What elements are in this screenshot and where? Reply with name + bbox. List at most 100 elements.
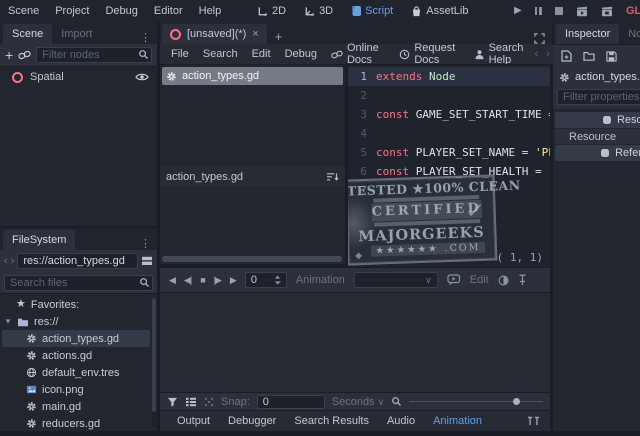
code-editor[interactable]: 1extends Node 2 3const GAME_SET_START_TI… bbox=[348, 64, 550, 267]
history-back-icon[interactable]: ‹ bbox=[535, 48, 539, 60]
dock-menu-icon[interactable]: ⋮ bbox=[134, 31, 157, 44]
menu-scene[interactable]: Scene bbox=[0, 0, 47, 22]
fs-item-reducers[interactable]: reducers.gd bbox=[0, 415, 150, 431]
menu-help[interactable]: Help bbox=[191, 0, 230, 22]
fs-item-action-types[interactable]: action_types.gd bbox=[2, 330, 150, 347]
dock-menu-icon[interactable]: ⋮ bbox=[134, 237, 157, 250]
script-menu-search[interactable]: Search bbox=[196, 48, 245, 60]
play-scene-button[interactable] bbox=[576, 6, 588, 17]
add-node-button[interactable]: + bbox=[5, 48, 13, 62]
instance-scene-icon[interactable] bbox=[17, 49, 32, 61]
online-docs-button[interactable]: Online Docs bbox=[324, 42, 392, 66]
snap-grid-icon bbox=[204, 397, 214, 407]
history-forward-icon[interactable]: › bbox=[546, 48, 550, 60]
category-resource[interactable]: Resource bbox=[555, 112, 640, 128]
fs-item-default-env[interactable]: default_env.tres bbox=[0, 364, 150, 381]
pause-button[interactable] bbox=[535, 7, 542, 15]
new-resource-icon[interactable] bbox=[561, 50, 572, 62]
sort-members-icon[interactable] bbox=[326, 172, 339, 182]
fs-item-res[interactable]: ▾ res:// bbox=[0, 313, 150, 330]
script-menu-debug[interactable]: Debug bbox=[278, 48, 324, 60]
visibility-eye-icon[interactable] bbox=[135, 72, 149, 82]
script-list-item-action-types[interactable]: action_types.gd bbox=[162, 67, 343, 85]
fs-item-main[interactable]: main.gd bbox=[0, 398, 150, 415]
tab-scene[interactable]: Scene bbox=[3, 24, 52, 44]
animation-track-area[interactable] bbox=[160, 292, 550, 393]
spinner-arrows-icon[interactable] bbox=[274, 275, 281, 285]
mode-script-button[interactable]: Script bbox=[344, 0, 400, 22]
filter-tracks-funnel-icon[interactable] bbox=[167, 397, 178, 407]
tab-search-results[interactable]: Search Results bbox=[285, 415, 378, 427]
search-help-button[interactable]: Search Help bbox=[467, 42, 535, 66]
mode-assetlib-button[interactable]: AssetLib bbox=[404, 0, 475, 22]
star-icon: ★ bbox=[16, 299, 26, 310]
animation-time-spinner[interactable]: 0 bbox=[245, 272, 287, 288]
save-resource-icon[interactable] bbox=[606, 51, 617, 62]
script-menu-edit[interactable]: Edit bbox=[245, 48, 278, 60]
menu-editor[interactable]: Editor bbox=[146, 0, 191, 22]
scene-tree-node-spatial[interactable]: Spatial bbox=[0, 67, 157, 87]
resource-icon bbox=[602, 115, 612, 125]
menu-debug[interactable]: Debug bbox=[97, 0, 145, 22]
menu-project[interactable]: Project bbox=[47, 0, 97, 22]
editor-mode-switcher: 2D 3D Script AssetLib bbox=[250, 0, 475, 22]
play-backwards-from-end-icon[interactable]: ◀| bbox=[184, 276, 191, 285]
tab-filesystem[interactable]: FileSystem bbox=[3, 230, 75, 250]
current-path-field[interactable]: res://action_types.gd bbox=[17, 253, 138, 269]
collapse-caret-icon[interactable]: ▾ bbox=[4, 316, 12, 327]
play-custom-scene-button[interactable] bbox=[601, 6, 613, 17]
stop-animation-icon[interactable]: ■ bbox=[200, 276, 204, 285]
animation-edit-label[interactable]: Edit bbox=[470, 274, 489, 286]
mode-2d-button[interactable]: 2D bbox=[250, 0, 293, 22]
play-from-start-icon[interactable]: |▶ bbox=[214, 276, 221, 285]
filesystem-scrollbar[interactable] bbox=[152, 297, 156, 427]
mode-3d-button[interactable]: 3D bbox=[297, 0, 340, 22]
gdscript-icon bbox=[26, 418, 37, 429]
zoom-icon bbox=[391, 396, 402, 407]
tab-audio[interactable]: Audio bbox=[378, 415, 424, 427]
close-icon[interactable]: × bbox=[252, 28, 258, 40]
inspected-resource-row[interactable]: action_types.gd bbox=[553, 67, 640, 87]
autoplay-on-load-icon[interactable] bbox=[447, 274, 461, 286]
tab-import[interactable]: Import bbox=[52, 24, 101, 44]
fs-item-favorites[interactable]: ★ Favorites: bbox=[0, 296, 150, 313]
split-mode-icon[interactable] bbox=[141, 256, 153, 266]
script-menu-file[interactable]: File bbox=[164, 48, 196, 60]
new-scene-tab-button[interactable]: + bbox=[267, 29, 291, 44]
tab-debugger[interactable]: Debugger bbox=[219, 415, 285, 427]
onion-skinning-icon[interactable] bbox=[498, 275, 509, 286]
play-button[interactable]: ▶ bbox=[514, 6, 522, 16]
reference-icon bbox=[600, 148, 610, 158]
load-resource-folder-icon[interactable] bbox=[583, 51, 595, 61]
pin-animation-icon[interactable] bbox=[518, 274, 527, 286]
snap-unit-dropdown[interactable]: Seconds ∨ bbox=[332, 396, 384, 408]
slider-knob[interactable] bbox=[513, 398, 520, 405]
scene-tab-unsaved[interactable]: [unsaved](*) × bbox=[162, 24, 267, 44]
fs-item-icon-png[interactable]: icon.png bbox=[0, 381, 150, 398]
timeline-zoom-slider[interactable] bbox=[409, 401, 543, 402]
group-tracks-icon[interactable] bbox=[185, 397, 197, 407]
search-files-input[interactable] bbox=[4, 275, 153, 291]
snap-value-field[interactable]: 0 bbox=[257, 395, 325, 409]
fs-item-actions[interactable]: actions.gd bbox=[0, 347, 150, 364]
animation-select-dropdown[interactable]: ∨ bbox=[354, 272, 438, 288]
filter-nodes-input[interactable] bbox=[36, 47, 152, 63]
chevron-down-icon: ∨ bbox=[425, 275, 432, 286]
tab-output[interactable]: Output bbox=[168, 415, 219, 427]
play-animation-icon[interactable]: ▶ bbox=[230, 276, 236, 285]
play-backwards-icon[interactable]: ◀ bbox=[169, 276, 175, 285]
expand-bottom-panel-icon[interactable] bbox=[527, 416, 542, 426]
category-reference[interactable]: Reference bbox=[555, 145, 640, 161]
request-docs-button[interactable]: Request Docs bbox=[392, 42, 466, 66]
members-scrollbar[interactable] bbox=[162, 256, 342, 262]
group-resource[interactable]: Resource bbox=[555, 129, 640, 144]
history-forward-icon[interactable]: › bbox=[11, 255, 15, 267]
gdscript-icon bbox=[26, 350, 37, 361]
stop-button[interactable] bbox=[555, 7, 563, 15]
video-driver-label[interactable]: GLES3 bbox=[626, 0, 640, 22]
tab-node[interactable]: Node bbox=[619, 24, 640, 44]
filter-properties-input[interactable] bbox=[557, 89, 640, 105]
history-back-icon[interactable]: ‹ bbox=[4, 255, 8, 267]
tab-inspector[interactable]: Inspector bbox=[556, 24, 619, 44]
tab-animation[interactable]: Animation bbox=[424, 415, 491, 427]
